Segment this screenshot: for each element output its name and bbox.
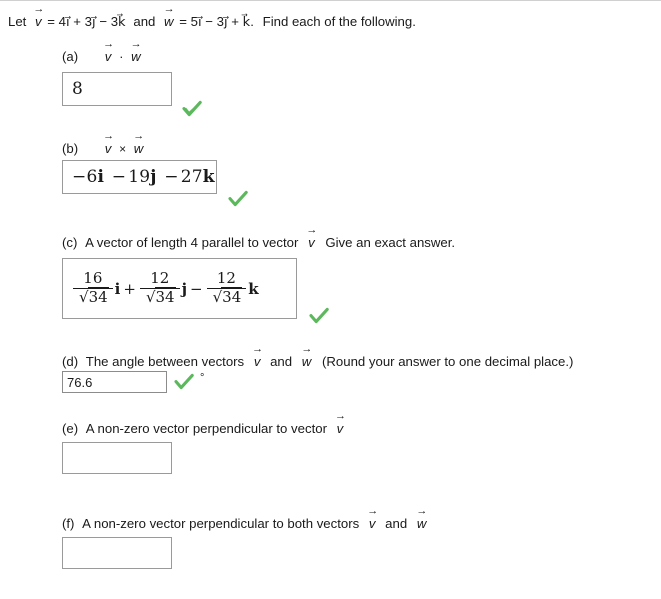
part-b-answer-value: −6i −19j −27k [63, 167, 215, 187]
part-c-term-3-numerator: 12 [216, 269, 236, 288]
header-instruction: Find each of the following. [262, 14, 416, 29]
arrow-accent-icon: → [33, 3, 44, 15]
part-e-prompt-text: A non-zero vector perpendicular to vecto… [85, 421, 327, 436]
arrow-accent-icon: → [301, 343, 312, 355]
part-c-answer-value: 16 √34 i + 12 √34 j − 12 √34 k [63, 269, 259, 306]
part-d-prompt-text: The angle between vectors [85, 354, 245, 369]
part-e-label: (e) [62, 421, 79, 436]
arrow-accent-icon: → [130, 38, 142, 50]
part-c-term-1-numerator: 16 [83, 269, 103, 288]
part-c-term-1-denominator: √34 [73, 287, 113, 306]
part-a-answer-value: 8 [72, 79, 83, 99]
part-b-term-3-coefficient: 27 [180, 167, 203, 187]
part-a-correct-check-icon [182, 100, 202, 118]
part-c-term-2-fraction: 12 √34 [139, 269, 180, 306]
part-b-term-1-sign: − [72, 167, 87, 187]
part-b-operator-cross: × [119, 142, 127, 156]
part-e-vector-v: → v [334, 410, 346, 437]
part-d-prompt-suffix: (Round your answer to one decimal place.… [321, 354, 574, 369]
part-d-prompt-middle: and [270, 354, 293, 369]
part-c-label: (c) [62, 235, 78, 250]
part-f-prompt: (f) A non-zero vector perpendicular to b… [62, 505, 427, 532]
part-c-prompt-suffix: Give an exact answer. [325, 235, 456, 250]
part-c-answer-box[interactable]: 16 √34 i + 12 √34 j − 12 √34 k [62, 258, 297, 319]
part-f-answer-box[interactable] [62, 537, 172, 569]
header-vector-w: → w [163, 3, 175, 30]
header-v-definition: = 4i⃗ + 3j⃗ − 3k⃗ [47, 14, 126, 29]
part-f-vector-w: → w [416, 505, 427, 532]
arrow-accent-icon: → [163, 3, 175, 15]
part-f-prompt-middle: and [385, 516, 408, 531]
part-b-term-3-unit: k [202, 167, 215, 187]
part-c-correct-check-icon [309, 307, 329, 325]
header-w-definition: = 5i⃗ − 3j⃗ + k⃗. [179, 14, 254, 29]
part-b-term-2-unit: j [150, 167, 157, 187]
part-a-answer-box[interactable]: 8 [62, 72, 172, 106]
part-f-label: (f) [62, 516, 75, 531]
part-c-term-1-fraction: 16 √34 [73, 269, 113, 306]
arrow-accent-icon: → [133, 130, 144, 142]
part-b-label-row: (b) → v × → w [62, 130, 144, 157]
header-vector-v: → v [33, 3, 44, 30]
part-a-label-row: (a) → v · → w [62, 38, 142, 65]
arrow-accent-icon: → [334, 410, 346, 422]
part-d-vector-w: → w [301, 343, 312, 370]
sqrt-icon: √34 [145, 287, 176, 306]
part-d-prompt: (d) The angle between vectors → v and → w … [62, 343, 574, 370]
header-let-text: Let [8, 14, 27, 29]
part-c-term-2-numerator: 12 [150, 269, 170, 288]
part-b-correct-check-icon [228, 190, 248, 208]
part-f-prompt-text: A non-zero vector perpendicular to both … [82, 516, 360, 531]
part-c-term-3-unit: k [248, 279, 259, 298]
part-c-term-2-denominator: √34 [139, 287, 180, 306]
part-b-label: (b) [62, 141, 79, 156]
question-header: Let → v = 4i⃗ + 3j⃗ − 3k⃗ and → w = 5i⃗ − … [8, 3, 416, 30]
sqrt-icon: √34 [79, 287, 109, 306]
arrow-accent-icon: → [367, 505, 378, 517]
part-d-vector-v: → v [252, 343, 263, 370]
part-b-term-3-sign: − [164, 167, 179, 187]
part-b-term-2-coefficient: 19 [128, 167, 151, 187]
part-b-term-1-coefficient: 6 [86, 167, 98, 187]
part-b-vector-w: → w [133, 130, 144, 157]
part-c-term-1-unit: i [114, 279, 121, 298]
arrow-accent-icon: → [306, 224, 317, 236]
header-and-text: and [133, 14, 156, 29]
part-c-prompt-text: A vector of length 4 parallel to vector [85, 235, 299, 250]
part-f-vector-v: → v [367, 505, 378, 532]
part-a-vector-v: → v [103, 38, 114, 65]
part-c-vector-v: → v [306, 224, 317, 251]
arrow-accent-icon: → [103, 38, 114, 50]
part-d-degree-symbol: ° [200, 372, 205, 384]
part-c-term-3-denominator: √34 [206, 287, 247, 306]
arrow-accent-icon: → [103, 130, 114, 142]
part-a-vector-w: → w [130, 38, 142, 65]
part-a-operator-dot: · [119, 49, 124, 64]
part-b-answer-box[interactable]: −6i −19j −27k [62, 160, 217, 194]
sqrt-icon: √34 [212, 287, 243, 306]
math-question-page: { "header": { "text_before_v": "Let", "v… [0, 0, 661, 599]
part-e-answer-box[interactable] [62, 442, 172, 474]
part-b-term-2-sign: − [111, 167, 127, 187]
part-a-label: (a) [62, 49, 79, 64]
arrow-accent-icon: → [416, 505, 427, 517]
part-b-term-1-unit: i [97, 167, 105, 187]
part-d-label: (d) [62, 354, 79, 369]
part-e-prompt: (e) A non-zero vector perpendicular to v… [62, 410, 346, 437]
part-c-term-2-sign: + [123, 279, 136, 298]
part-c-prompt: (c) A vector of length 4 parallel to vec… [62, 224, 456, 251]
part-d-correct-check-icon [174, 373, 194, 391]
part-c-term-3-fraction: 12 √34 [206, 269, 247, 306]
arrow-accent-icon: → [252, 343, 263, 355]
part-c-term-3-sign: − [190, 279, 203, 298]
part-b-vector-v: → v [103, 130, 114, 157]
part-d-answer-input[interactable] [62, 371, 167, 393]
